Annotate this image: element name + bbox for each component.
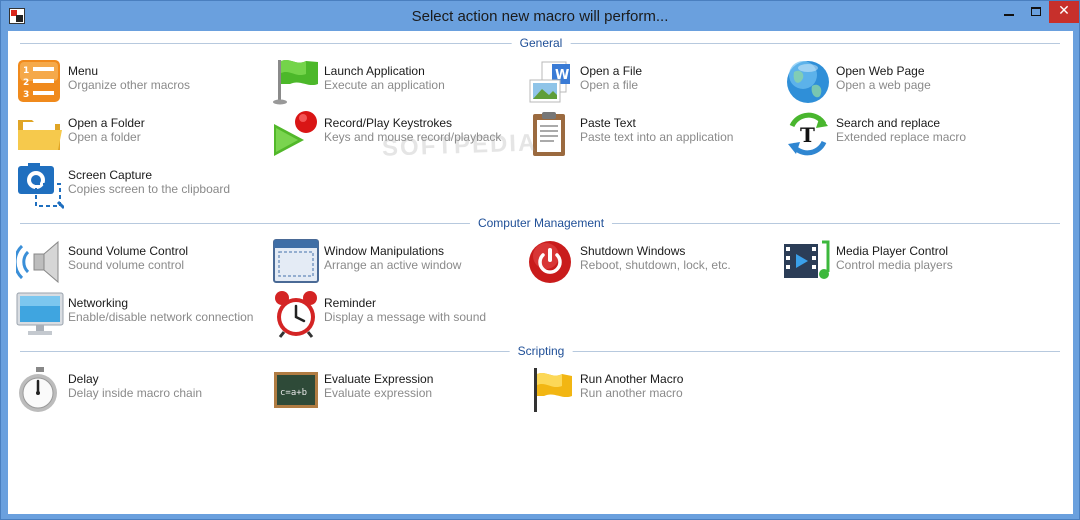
action-list: General 1 2 3 Menu Organize other macros L…: [8, 31, 1073, 514]
action-description: Enable/disable network connection: [68, 310, 254, 324]
stopwatch-icon: [19, 367, 57, 412]
action-label: Open Web Page: [836, 64, 925, 78]
action-run-another-macro[interactable]: Run Another Macro Run another macro: [528, 366, 778, 416]
close-icon: ✕: [1058, 2, 1070, 18]
action-description: Paste text into an application: [580, 130, 734, 144]
action-description: Delay inside macro chain: [68, 386, 203, 400]
folder-icon: [18, 120, 62, 150]
action-label: Record/Play Keystrokes: [324, 116, 453, 130]
action-open-web-page[interactable]: Open Web Page Open a web page: [784, 58, 1034, 108]
globe-icon: [787, 61, 829, 103]
action-open-folder[interactable]: Open a Folder Open a folder: [16, 110, 266, 160]
action-open-file[interactable]: W Open a File Open a file: [528, 58, 778, 108]
action-evaluate-expression[interactable]: c=a+b Evaluate Expression Evaluate expre…: [272, 366, 522, 416]
action-description: Display a message with sound: [324, 310, 487, 324]
action-description: Open a folder: [68, 130, 141, 144]
action-description: Evaluate expression: [324, 386, 433, 400]
documents-icon: W: [529, 61, 570, 103]
search-replace-icon: T: [788, 112, 828, 156]
action-label: Delay: [68, 372, 99, 386]
minimize-icon: [1004, 14, 1014, 16]
action-paste-text[interactable]: Paste Text Paste text into an applicatio…: [528, 110, 778, 160]
numbered-list-icon: 1 2 3: [18, 60, 60, 102]
action-description: Execute an application: [324, 78, 445, 92]
action-search-replace[interactable]: T Search and replace Extended replace ma…: [784, 110, 1034, 160]
action-label: Open a Folder: [68, 116, 145, 130]
action-reminder[interactable]: Reminder Display a message with sound: [272, 290, 522, 340]
power-icon: [529, 241, 571, 283]
window-title: Select action new macro will perform...: [411, 8, 669, 25]
maximize-icon: [1031, 7, 1041, 16]
action-window-manipulations[interactable]: Window Manipulations Arrange an active w…: [272, 238, 522, 288]
action-label: Open a File: [580, 64, 643, 78]
action-label: Shutdown Windows: [580, 244, 686, 258]
speaker-icon: [16, 240, 59, 284]
svg-text:3: 3: [23, 90, 29, 100]
svg-text:2: 2: [23, 78, 29, 88]
alarm-clock-icon: [275, 291, 317, 338]
watermark: SOFTPEDIA: [381, 129, 538, 162]
action-shutdown-windows[interactable]: Shutdown Windows Reboot, shutdown, lock,…: [528, 238, 778, 288]
action-delay[interactable]: Delay Delay inside macro chain: [16, 366, 266, 416]
action-label: Evaluate Expression: [324, 372, 434, 386]
action-menu[interactable]: 1 2 3 Menu Organize other macros: [16, 58, 266, 108]
action-label: Networking: [68, 296, 129, 310]
green-flag-icon: [273, 59, 318, 105]
action-description: Arrange an active window: [324, 258, 462, 272]
action-label: Sound Volume Control: [68, 244, 189, 258]
action-label: Paste Text: [580, 116, 636, 130]
minimize-button[interactable]: [995, 1, 1023, 23]
section-title-scripting: Scripting: [509, 344, 573, 358]
media-film-icon: [784, 240, 830, 279]
monitor-icon: [16, 292, 64, 335]
action-label: Media Player Control: [836, 244, 949, 258]
camera-icon: [18, 163, 64, 210]
action-description: Run another macro: [580, 386, 683, 400]
action-description: Open a file: [580, 78, 639, 92]
action-networking[interactable]: Networking Enable/disable network connec…: [16, 290, 266, 340]
action-label: Run Another Macro: [580, 372, 684, 386]
close-button[interactable]: ✕: [1049, 1, 1079, 23]
action-description: Reboot, shutdown, lock, etc.: [580, 258, 731, 272]
yellow-flag-icon: [534, 368, 572, 412]
svg-text:T: T: [800, 123, 815, 147]
action-label: Screen Capture: [68, 168, 153, 182]
action-description: Open a web page: [836, 78, 931, 92]
action-label: Menu: [68, 64, 99, 78]
section-title-computer-management: Computer Management: [469, 216, 613, 230]
action-label: Launch Application: [324, 64, 425, 78]
action-description: Organize other macros: [68, 78, 191, 92]
action-label: Search and replace: [836, 116, 941, 130]
chalkboard-icon: c=a+b: [274, 372, 318, 408]
action-description: Copies screen to the clipboard: [68, 182, 231, 196]
action-label: Window Manipulations: [324, 244, 445, 258]
dialog-window: Select action new macro will perform... …: [0, 0, 1080, 520]
action-description: Extended replace macro: [836, 130, 967, 144]
window-icon: [273, 239, 319, 283]
action-description: Control media players: [836, 258, 953, 272]
action-screen-capture[interactable]: Screen Capture Copies screen to the clip…: [16, 162, 266, 212]
title-bar[interactable]: Select action new macro will perform... …: [1, 1, 1079, 31]
action-media-player[interactable]: Media Player Control Control media playe…: [784, 238, 1034, 288]
action-description: Sound volume control: [68, 258, 185, 272]
maximize-button[interactable]: [1023, 1, 1049, 23]
svg-text:1: 1: [23, 66, 29, 76]
action-launch-application[interactable]: Launch Application Execute an applicatio…: [272, 58, 522, 108]
svg-text:c=a+b: c=a+b: [280, 388, 307, 398]
action-sound-volume[interactable]: Sound Volume Control Sound volume contro…: [16, 238, 266, 288]
record-play-icon: [274, 111, 317, 156]
action-label: Reminder: [324, 296, 377, 310]
section-title-general: General: [511, 36, 571, 50]
